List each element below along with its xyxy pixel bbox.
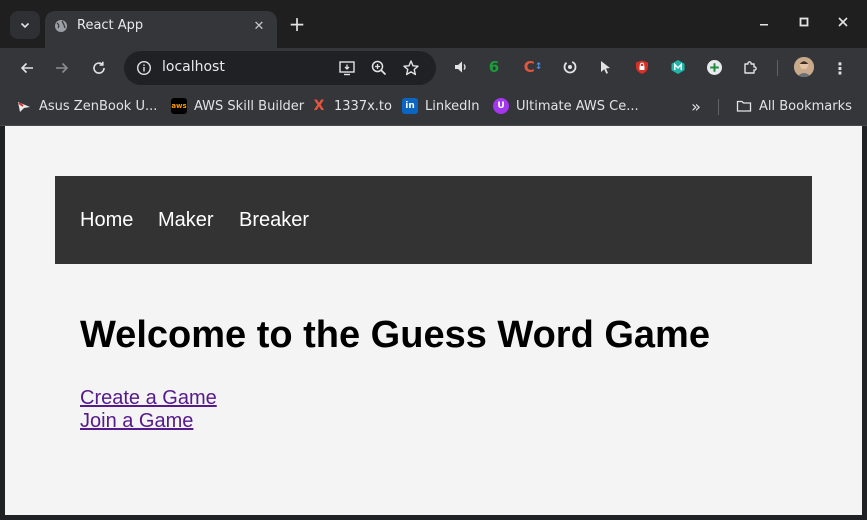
bookmarks-separator bbox=[718, 99, 719, 115]
extension-m-icon[interactable] bbox=[669, 58, 687, 76]
double-chevron-right-icon[interactable]: » bbox=[688, 97, 704, 116]
new-tab-button[interactable]: + bbox=[286, 12, 308, 36]
bookmarks-bar: Asus ZenBook U... aws AWS Skill Builder … bbox=[0, 88, 867, 126]
page-viewport: Home Maker Breaker Welcome to the Guess … bbox=[5, 126, 862, 515]
tab-search-button[interactable] bbox=[10, 11, 40, 39]
circle-arrow-icon[interactable] bbox=[561, 58, 579, 76]
address-bar[interactable]: localhost bbox=[124, 51, 436, 85]
close-icon bbox=[838, 17, 848, 27]
bookmark-label: 1337x.to bbox=[334, 98, 392, 114]
reload-icon bbox=[93, 61, 105, 74]
tab-strip: React App ✕ + bbox=[0, 0, 867, 48]
page-title: Welcome to the Guess Word Game bbox=[80, 314, 710, 356]
cursor-icon[interactable] bbox=[597, 58, 615, 76]
speaker-icon[interactable] bbox=[452, 58, 470, 76]
bookmark-aws-skill-builder[interactable]: aws AWS Skill Builder bbox=[171, 97, 304, 115]
menu-kebab-icon[interactable]: ⋮ bbox=[830, 57, 850, 79]
red-shield-icon[interactable] bbox=[633, 58, 651, 76]
all-bookmarks-button[interactable]: All Bookmarks bbox=[736, 97, 852, 115]
chevron-down-icon bbox=[20, 22, 30, 29]
extension-cf-icon[interactable]: C ↕ bbox=[523, 58, 543, 76]
close-window-button[interactable] bbox=[831, 10, 855, 34]
bookmark-asus[interactable]: Asus ZenBook U... bbox=[16, 97, 157, 115]
maximize-button[interactable] bbox=[792, 10, 816, 34]
reload-button[interactable] bbox=[87, 56, 111, 80]
minimize-button[interactable] bbox=[752, 10, 776, 34]
browser-toolbar: localhost 6 C ↕ ⋮ bbox=[0, 48, 867, 88]
install-app-icon[interactable] bbox=[338, 59, 356, 77]
create-game-link[interactable]: Create a Game bbox=[80, 387, 217, 410]
folder-icon bbox=[736, 98, 752, 114]
bookmark-ultimate-aws[interactable]: U Ultimate AWS Ce... bbox=[493, 97, 639, 115]
site-info-icon[interactable] bbox=[136, 60, 152, 76]
bookmark-label: Ultimate AWS Ce... bbox=[516, 98, 639, 114]
bookmark-1337x[interactable]: X 1337x.to bbox=[311, 97, 392, 115]
linkedin-icon: in bbox=[402, 98, 418, 114]
asus-icon bbox=[16, 98, 32, 114]
forward-button[interactable] bbox=[50, 56, 74, 80]
udemy-icon: U bbox=[493, 98, 509, 114]
profile-avatar[interactable] bbox=[794, 57, 814, 77]
x-logo-icon: X bbox=[313, 98, 325, 114]
globe-icon bbox=[55, 20, 67, 32]
back-button[interactable] bbox=[15, 56, 39, 80]
bookmark-label: LinkedIn bbox=[425, 98, 480, 114]
tab-react-app[interactable]: React App ✕ bbox=[45, 11, 277, 48]
forward-arrow-icon bbox=[56, 62, 69, 74]
extension-six-icon[interactable]: 6 bbox=[485, 58, 503, 76]
nav-home-link[interactable]: Home bbox=[80, 209, 133, 232]
bookmark-label: AWS Skill Builder bbox=[194, 98, 305, 114]
back-arrow-icon bbox=[20, 62, 33, 74]
zoom-icon[interactable] bbox=[370, 59, 388, 77]
nav-breaker-link[interactable]: Breaker bbox=[239, 209, 309, 232]
bookmark-linkedin[interactable]: in LinkedIn bbox=[402, 97, 479, 115]
bookmark-star-icon[interactable] bbox=[402, 59, 420, 77]
green-plus-icon[interactable] bbox=[705, 58, 723, 76]
toolbar-separator bbox=[777, 60, 778, 76]
aws-icon: aws bbox=[171, 98, 187, 114]
minimize-icon bbox=[760, 24, 768, 26]
all-bookmarks-label: All Bookmarks bbox=[759, 98, 852, 114]
app-navbar: Home Maker Breaker bbox=[55, 176, 812, 264]
extension-cf-label: C bbox=[523, 58, 535, 76]
extension-cf-arrows: ↕ bbox=[534, 62, 543, 72]
tab-close-icon[interactable]: ✕ bbox=[249, 16, 269, 36]
nav-maker-link[interactable]: Maker bbox=[158, 209, 214, 232]
browser-chrome: React App ✕ + localhost 6 C ↕ ⋮ Asus Zen… bbox=[0, 0, 867, 126]
bookmark-label: Asus ZenBook U... bbox=[39, 98, 158, 114]
join-game-link[interactable]: Join a Game bbox=[80, 410, 193, 433]
extensions-puzzle-icon[interactable] bbox=[741, 58, 759, 76]
url-text[interactable]: localhost bbox=[162, 59, 225, 75]
maximize-icon bbox=[799, 17, 809, 27]
tab-title: React App bbox=[77, 18, 144, 33]
